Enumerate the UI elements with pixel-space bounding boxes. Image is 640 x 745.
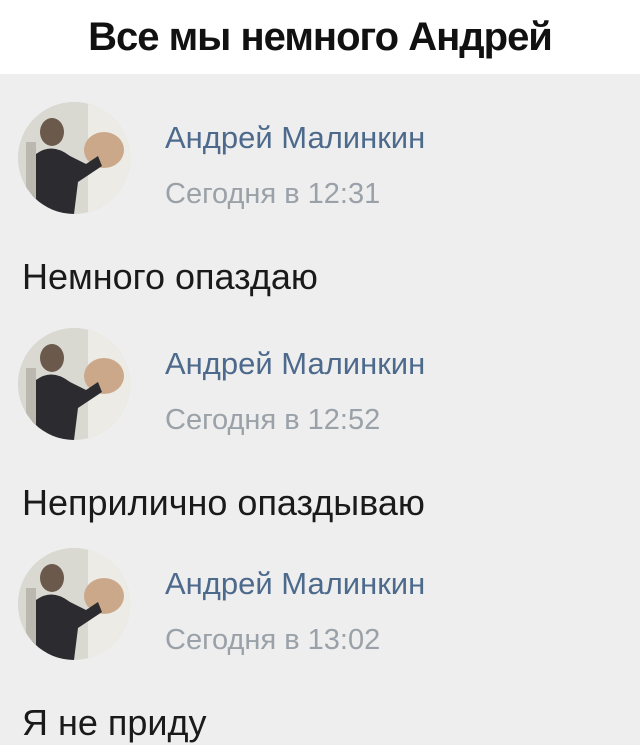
meme-caption: Все мы немного Андрей [88,14,553,59]
message-feed: Андрей Малинкин Сегодня в 12:31 Немного … [0,74,640,745]
message-item: Андрей Малинкин Сегодня в 12:31 Немного … [0,84,640,297]
user-avatar[interactable] [18,102,130,214]
message-text: Неприлично опаздываю [22,482,425,523]
user-avatar[interactable] [18,328,130,440]
message-timestamp: Сегодня в 12:52 [165,404,381,436]
message-timestamp: Сегодня в 12:31 [165,178,381,210]
message-text: Я не приду [22,702,207,743]
user-avatar[interactable] [18,548,130,660]
author-name-link[interactable]: Андрей Малинкин [165,120,425,156]
message-item: Андрей Малинкин Сегодня в 12:52 Неприлич… [0,310,640,523]
message-header: Андрей Малинкин Сегодня в 12:52 [0,310,640,440]
message-timestamp: Сегодня в 13:02 [165,624,381,656]
avatar-photo-icon [18,102,130,214]
author-name-link[interactable]: Андрей Малинкин [165,346,425,382]
message-text: Немного опаздаю [22,256,318,297]
avatar-photo-icon [18,328,130,440]
message-item: Андрей Малинкин Сегодня в 13:02 Я не при… [0,530,640,743]
message-header: Андрей Малинкин Сегодня в 13:02 [0,530,640,660]
author-name-link[interactable]: Андрей Малинкин [165,566,425,602]
avatar-photo-icon [18,548,130,660]
message-header: Андрей Малинкин Сегодня в 12:31 [0,84,640,214]
